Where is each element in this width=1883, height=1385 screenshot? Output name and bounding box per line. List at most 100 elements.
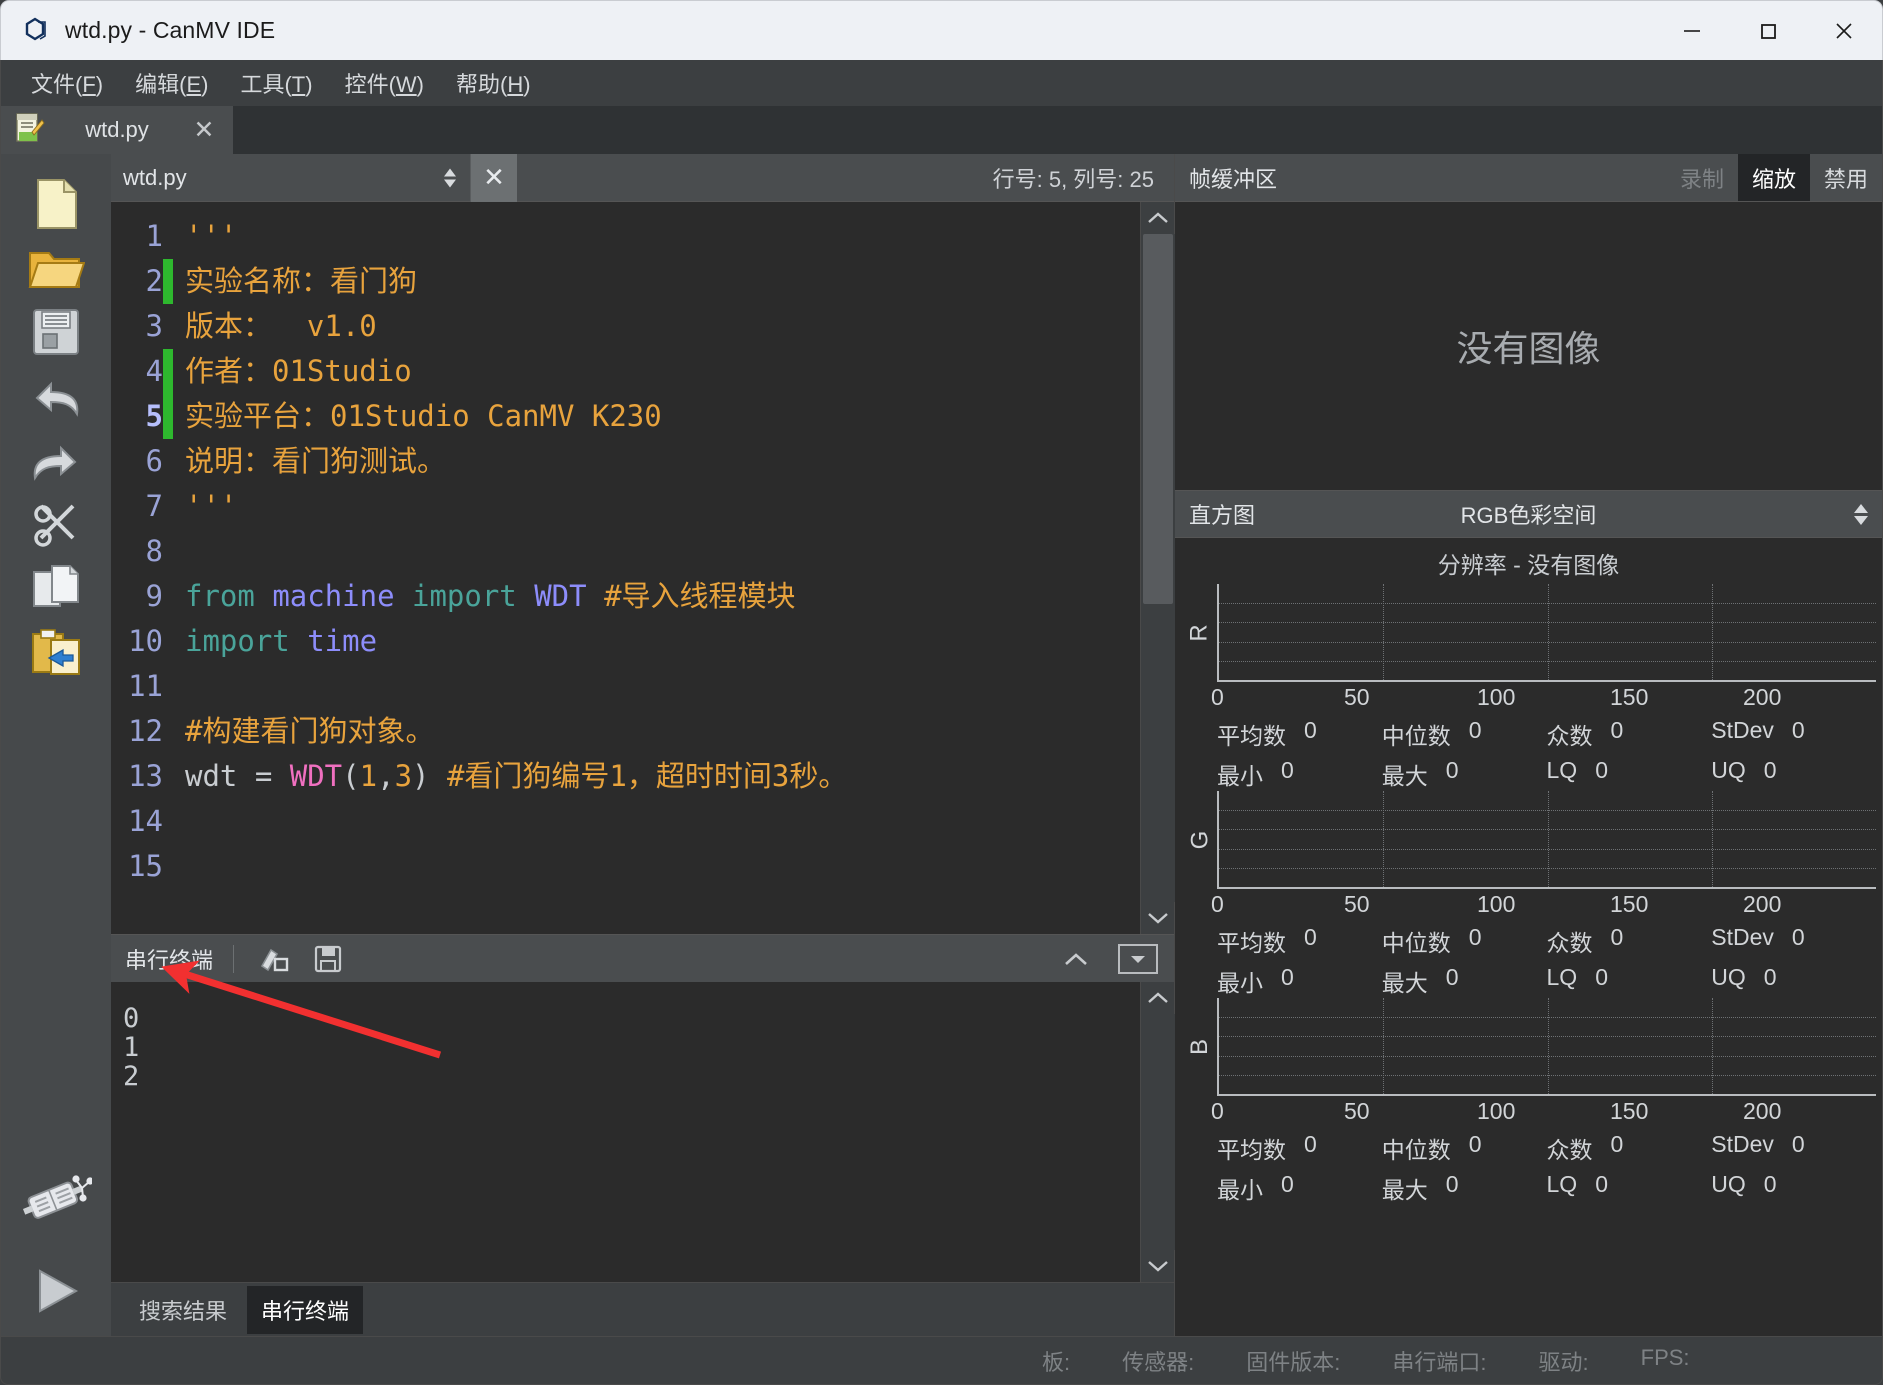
usb-connect-icon[interactable] bbox=[20, 1150, 92, 1246]
scroll-down-icon[interactable] bbox=[1141, 902, 1175, 934]
code-line[interactable]: 8 bbox=[111, 529, 1140, 574]
copy-pages-icon[interactable] bbox=[20, 556, 92, 620]
chevron-up-icon[interactable] bbox=[1056, 939, 1096, 979]
histogram-stat: StDev 0 bbox=[1711, 924, 1876, 958]
code-line[interactable]: 7 ''' bbox=[111, 484, 1140, 529]
histogram-stats-row: 平均数 0 中位数 0 众数 0 StDev 0 bbox=[1175, 1131, 1882, 1165]
editor-close-button[interactable]: ✕ bbox=[471, 153, 517, 202]
code-line[interactable]: 6 说明：看门狗测试。 bbox=[111, 439, 1140, 484]
x-tick-label: 150 bbox=[1610, 1098, 1649, 1124]
gridline-vertical bbox=[1383, 998, 1385, 1094]
stat-value: 0 bbox=[1281, 757, 1294, 783]
stat-value: 0 bbox=[1791, 924, 1805, 950]
stat-label: UQ bbox=[1711, 757, 1746, 783]
code-line[interactable]: 3 版本： v1.0 bbox=[111, 304, 1140, 349]
terminal-scroll-down-icon[interactable] bbox=[1141, 1250, 1175, 1282]
editor-file-selector[interactable]: wtd.py bbox=[111, 153, 471, 202]
histogram-x-ticks: 0 50 100 150 200 bbox=[1175, 1098, 1882, 1125]
maximize-button[interactable] bbox=[1730, 1, 1806, 60]
file-tab-wtd-py[interactable]: wtd.py ✕ bbox=[1, 106, 233, 154]
code-line[interactable]: 1 ''' bbox=[111, 214, 1140, 259]
new-file-icon[interactable] bbox=[20, 172, 92, 236]
code-token: #看门狗编号1，超时时间3秒。 bbox=[446, 759, 848, 793]
code-token: ''' bbox=[185, 219, 238, 253]
menu-help[interactable]: 帮助(H) bbox=[440, 62, 547, 104]
x-tick-label: 50 bbox=[1344, 684, 1370, 710]
colorspace-spinner-icon[interactable] bbox=[1854, 503, 1868, 525]
stat-label: 平均数 bbox=[1217, 723, 1286, 749]
python-file-icon bbox=[15, 112, 45, 149]
code-editor[interactable]: 1 ''' 2 实验名称：看门狗 3 版本： v1.0 4 作者：01Studio 5 实验平台：… bbox=[111, 202, 1140, 934]
code-line[interactable]: 9 from machine import WDT #导入线程模块 bbox=[111, 574, 1140, 619]
histogram-channel: B 0 50 100 150 200 平均数 0 中位数 0 众数 0 StDev 0 最小 0 最大 0 LQ 0 U… bbox=[1175, 998, 1882, 1205]
code-line[interactable]: 12 #构建看门狗对象。 bbox=[111, 709, 1140, 754]
framebuffer-header: 帧缓冲区 录制 缩放 禁用 bbox=[1175, 154, 1882, 202]
editor-scroll-track[interactable] bbox=[1140, 234, 1175, 902]
terminal-output[interactable]: 012 bbox=[111, 982, 1140, 1282]
stat-value: 0 bbox=[1595, 964, 1608, 990]
menu-tools[interactable]: 工具(T) bbox=[224, 62, 328, 104]
chevron-down-box-icon[interactable] bbox=[1118, 943, 1158, 974]
selector-spinner-icon[interactable] bbox=[444, 168, 456, 187]
tab-serial-terminal[interactable]: 串行终端 bbox=[247, 1285, 364, 1334]
zoom-button[interactable]: 缩放 bbox=[1737, 154, 1810, 201]
minimize-button[interactable] bbox=[1654, 1, 1730, 60]
code-line[interactable]: 4 作者：01Studio bbox=[111, 349, 1140, 394]
histogram-stat: 中位数 0 bbox=[1382, 924, 1547, 958]
code-line[interactable]: 15 bbox=[111, 844, 1140, 889]
stat-label: 平均数 bbox=[1217, 930, 1286, 956]
code-line[interactable]: 2 实验名称：看门狗 bbox=[111, 259, 1140, 304]
terminal-scroll-up-icon[interactable] bbox=[1141, 982, 1175, 1014]
menu-widgets[interactable]: 控件(W) bbox=[329, 62, 440, 104]
code-text: 说明：看门狗测试。 bbox=[173, 439, 446, 484]
record-button[interactable]: 录制 bbox=[1666, 154, 1738, 201]
scroll-up-icon[interactable] bbox=[1141, 202, 1175, 234]
stat-value: 0 bbox=[1304, 924, 1317, 950]
stat-value: 0 bbox=[1304, 717, 1317, 743]
code-line[interactable]: 11 bbox=[111, 664, 1140, 709]
tab-search-results[interactable]: 搜索结果 bbox=[125, 1286, 241, 1334]
undo-arrow-icon[interactable] bbox=[20, 364, 92, 428]
channel-axis-label: B bbox=[1185, 1038, 1213, 1056]
editor-scroll-thumb[interactable] bbox=[1142, 234, 1173, 604]
code-line[interactable]: 13 wdt = WDT(1,3) #看门狗编号1，超时时间3秒。 bbox=[111, 754, 1140, 799]
code-line[interactable]: 10 import time bbox=[111, 619, 1140, 664]
code-line[interactable]: 14 bbox=[111, 799, 1140, 844]
x-tick-label: 200 bbox=[1743, 684, 1782, 710]
save-floppy-icon[interactable] bbox=[20, 300, 92, 364]
code-token: ( bbox=[342, 759, 360, 793]
code-line[interactable]: 5 实验平台：01Studio CanMV K230 bbox=[111, 394, 1140, 439]
line-modified-marker bbox=[163, 619, 173, 664]
code-token: 实验名称：看门狗 bbox=[185, 264, 418, 298]
open-folder-icon[interactable] bbox=[20, 236, 92, 300]
histogram-header: 直方图 RGB色彩空间 bbox=[1175, 490, 1882, 538]
line-modified-marker bbox=[163, 529, 173, 574]
terminal-scrollbar[interactable] bbox=[1140, 982, 1175, 1282]
broom-clear-icon[interactable] bbox=[254, 939, 294, 979]
scissors-icon[interactable] bbox=[20, 492, 92, 556]
stat-label: 最小 bbox=[1217, 1177, 1263, 1203]
redo-arrow-icon[interactable] bbox=[20, 428, 92, 492]
terminal-save-icon[interactable] bbox=[308, 939, 348, 979]
file-tab-close-icon[interactable]: ✕ bbox=[189, 117, 219, 143]
play-triangle-icon[interactable] bbox=[20, 1246, 92, 1336]
line-number: 12 bbox=[128, 714, 163, 748]
code-token: 说明：看门狗测试。 bbox=[185, 444, 447, 478]
line-modified-marker bbox=[163, 394, 173, 439]
close-button[interactable] bbox=[1806, 1, 1882, 60]
framebuffer-view[interactable]: 没有图像 bbox=[1175, 202, 1882, 490]
disable-button[interactable]: 禁用 bbox=[1810, 154, 1882, 201]
histogram-stat: 众数 0 bbox=[1547, 717, 1712, 751]
menu-file[interactable]: 文件(F) bbox=[15, 62, 119, 104]
code-text: import time bbox=[173, 619, 377, 664]
code-text: from machine import WDT #导入线程模块 bbox=[173, 574, 796, 619]
line-modified-marker bbox=[163, 349, 173, 394]
histogram-stat: 平均数 0 bbox=[1217, 1131, 1382, 1165]
paste-clipboard-icon[interactable] bbox=[20, 620, 92, 684]
status-driver: 驱动: bbox=[1538, 1349, 1589, 1375]
code-text: ''' bbox=[173, 484, 237, 529]
editor-scrollbar[interactable] bbox=[1140, 202, 1175, 934]
stat-label: UQ bbox=[1711, 964, 1746, 990]
terminal-scroll-track[interactable] bbox=[1140, 1014, 1175, 1250]
menu-edit[interactable]: 编辑(E) bbox=[119, 62, 224, 104]
